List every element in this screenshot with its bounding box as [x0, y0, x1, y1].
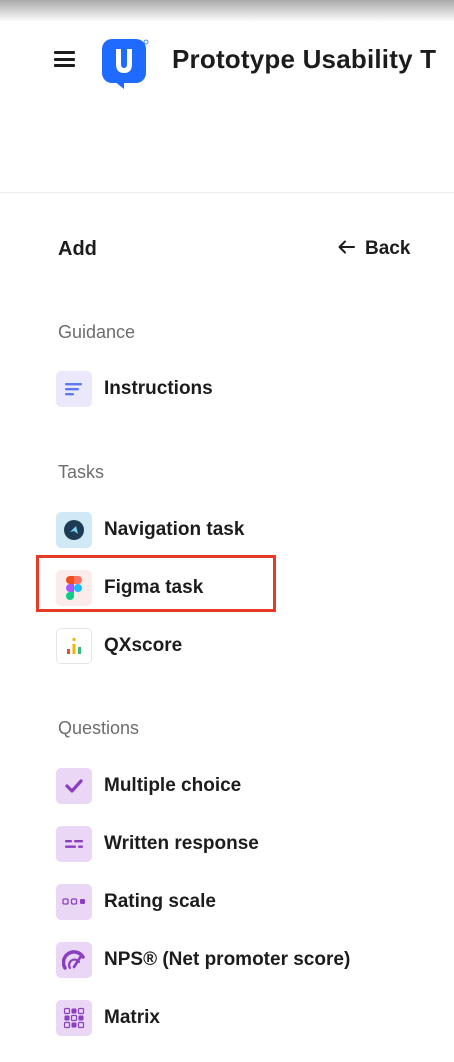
item-rating-scale[interactable]: Rating scale — [56, 884, 216, 920]
item-nps[interactable]: NPS® (Net promoter score) — [56, 942, 350, 978]
item-matrix[interactable]: Matrix — [56, 1000, 160, 1036]
item-label: Rating scale — [104, 891, 216, 912]
section-tasks: Tasks — [58, 462, 105, 482]
gauge-icon — [56, 942, 92, 978]
rating-dots-icon — [56, 884, 92, 920]
hamburger-menu-icon[interactable] — [54, 51, 75, 67]
section-guidance: Guidance — [58, 322, 136, 342]
panel-title: Add — [58, 238, 97, 260]
window-top-shade — [0, 0, 454, 22]
item-qxscore[interactable]: QXscore — [56, 628, 182, 664]
item-label: Matrix — [104, 1007, 160, 1028]
back-button[interactable]: Back — [338, 238, 410, 260]
item-label: Written response — [104, 833, 259, 854]
section-questions: Questions — [58, 718, 140, 738]
item-label: Navigation task — [104, 519, 245, 540]
item-label: Multiple choice — [104, 775, 242, 796]
navigation-task-icon — [56, 512, 92, 548]
item-label: QXscore — [104, 635, 183, 656]
instructions-icon — [56, 371, 92, 407]
item-navigation-task[interactable]: Navigation task — [56, 512, 244, 548]
arrow-left-icon — [338, 238, 355, 260]
item-instructions[interactable]: Instructions — [56, 371, 213, 407]
app-title: Prototype Usability T — [172, 44, 437, 74]
item-label: Instructions — [104, 378, 213, 399]
matrix-grid-icon — [56, 1000, 92, 1036]
item-multiple-choice[interactable]: Multiple choice — [56, 768, 241, 804]
logo-icon — [100, 37, 152, 93]
header-divider — [0, 192, 454, 193]
checkmark-icon — [56, 768, 92, 804]
figma-task-highlight — [36, 555, 276, 612]
item-written-response[interactable]: Written response — [56, 826, 259, 862]
item-label: NPS® (Net promoter score) — [104, 949, 351, 970]
back-label: Back — [365, 238, 411, 259]
text-lines-icon — [56, 826, 92, 862]
qxscore-icon — [56, 628, 92, 664]
